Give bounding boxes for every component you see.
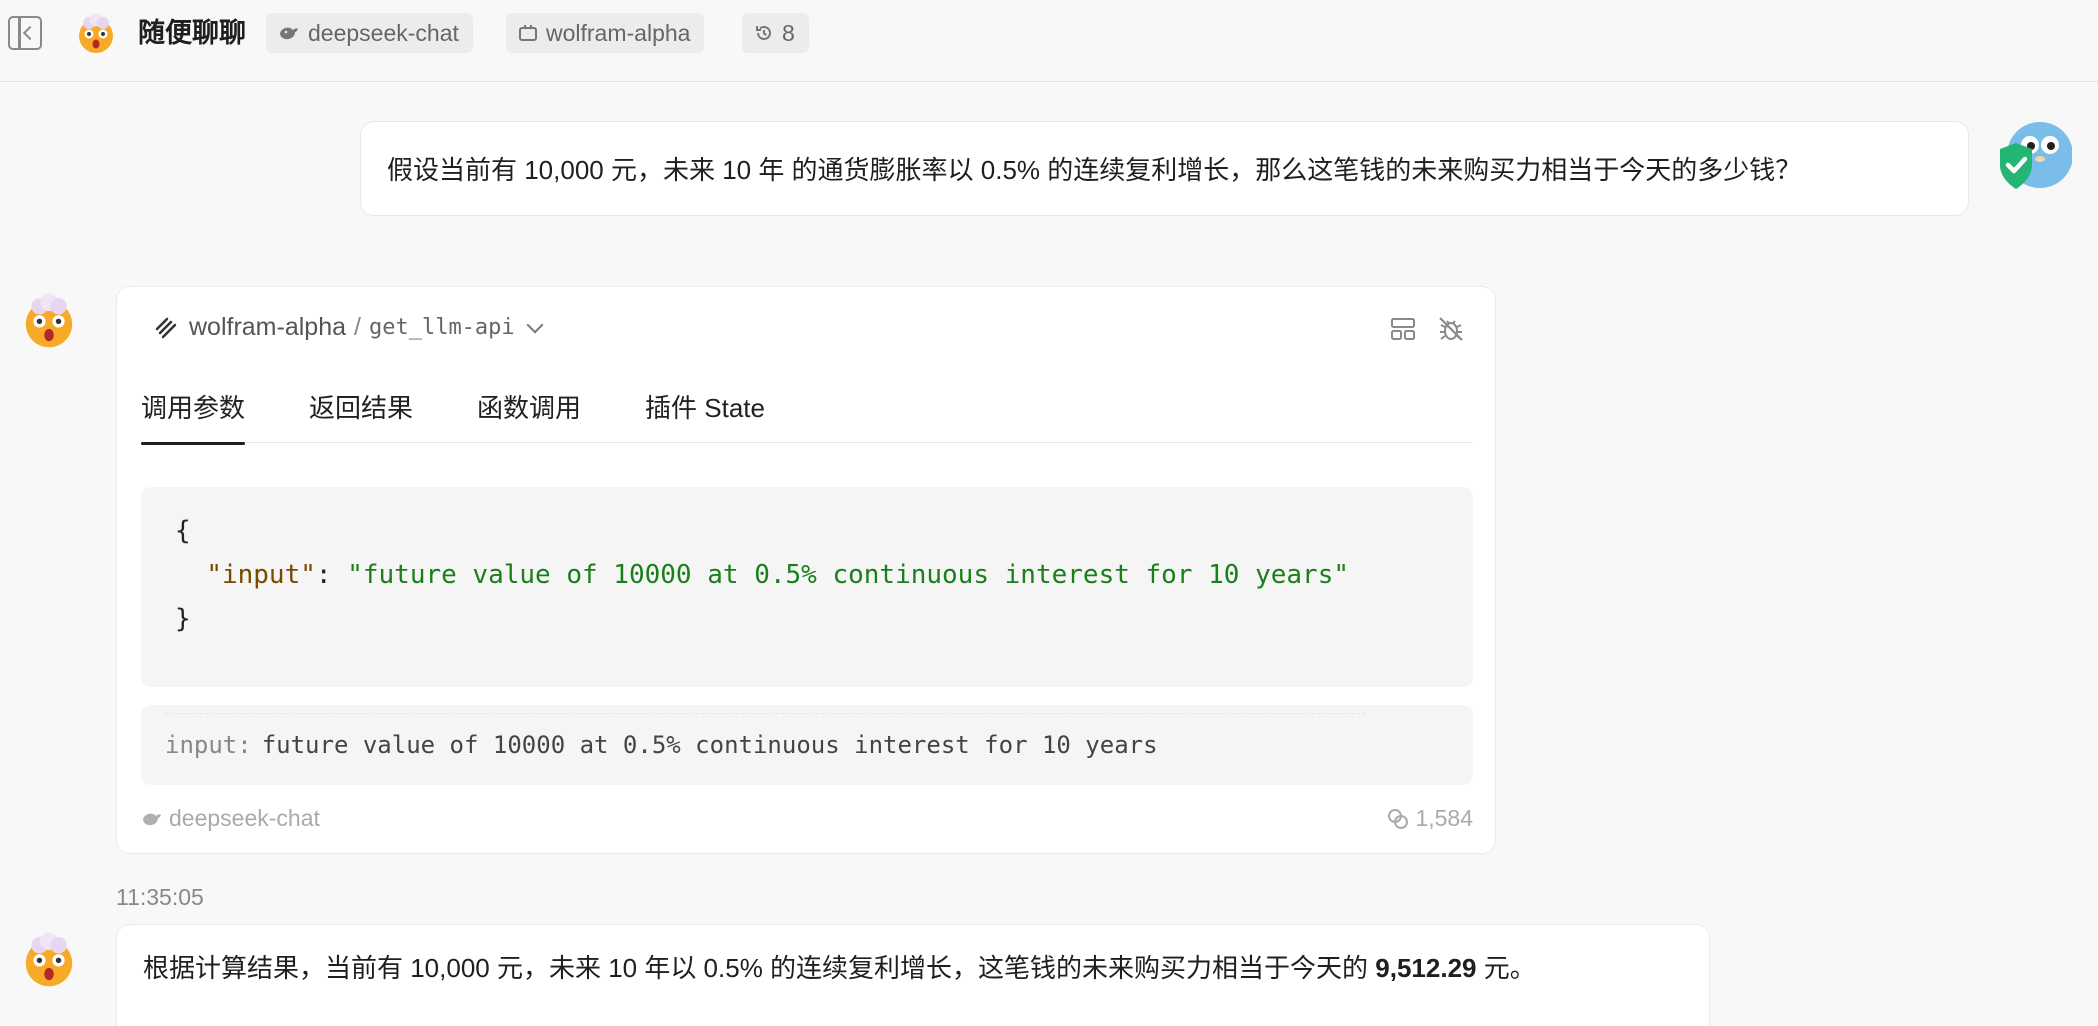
model-chip[interactable]: deepseek-chat	[266, 13, 473, 53]
layout-icon[interactable]	[1389, 315, 1417, 343]
tool-plugin-name: wolfram-alpha	[189, 313, 347, 341]
chevron-down-icon[interactable]	[526, 316, 544, 333]
tab-function-call[interactable]: 函数调用	[477, 387, 581, 443]
tab-plugin-state[interactable]: 插件 State	[645, 387, 765, 443]
assistant-avatar[interactable]	[19, 290, 79, 350]
tool-tabs: 调用参数 返回结果 函数调用 插件 State	[141, 387, 1473, 445]
assistant-avatar[interactable]	[19, 929, 79, 989]
plugin-chip-label: wolfram-alpha	[546, 19, 691, 46]
code-close-brace: }	[175, 604, 191, 634]
code-key: "input"	[206, 560, 316, 590]
conversation-title[interactable]: 随便聊聊	[138, 14, 246, 52]
tool-separator: /	[354, 313, 361, 341]
code-value: "future value of 10000 at 0.5% continuou…	[347, 560, 1350, 590]
tab-result[interactable]: 返回结果	[309, 387, 413, 443]
token-count: 1,584	[1415, 805, 1473, 831]
message-timestamp: 11:35:05	[116, 884, 204, 910]
chat-header: 随便聊聊 deepseek-chat wolfram-alpha 8	[0, 0, 2098, 82]
code-colon: :	[315, 560, 348, 590]
history-count: 8	[782, 19, 795, 46]
code-open-brace: {	[175, 516, 191, 546]
tool-call-footer: deepseek-chat 1,584	[141, 805, 1473, 832]
arguments-code-block: { "input": "future value of 10000 at 0.5…	[141, 487, 1473, 687]
summary-value: future value of 10000 at 0.5% continuous…	[261, 731, 1158, 759]
token-icon	[1388, 808, 1409, 829]
summary-key: input:	[165, 731, 252, 759]
tab-parameters[interactable]: 调用参数	[141, 387, 246, 445]
model-chip-label: deepseek-chat	[308, 19, 459, 46]
arguments-summary: input: future value of 10000 at 0.5% con…	[141, 705, 1473, 785]
user-message-text: 假设当前有 10,000 元，未来 10 年 的通货膨胀率以 0.5% 的连续复…	[387, 155, 1802, 185]
user-avatar[interactable]	[1996, 115, 2072, 195]
tool-function-name: get_llm-api	[368, 315, 515, 340]
plugin-icon	[519, 25, 537, 41]
history-icon	[756, 25, 771, 40]
footer-model: deepseek-chat	[141, 805, 320, 832]
agent-avatar[interactable]	[74, 11, 118, 55]
tool-actions	[1389, 315, 1465, 343]
plugin-chip[interactable]: wolfram-alpha	[506, 13, 705, 53]
tool-call-card: wolfram-alpha / get_llm-api 调用参数 返回结果 函数…	[116, 286, 1496, 854]
debug-off-icon[interactable]	[1437, 315, 1465, 343]
sidebar-toggle-icon[interactable]	[8, 16, 42, 50]
answer-amount: 9,512.29	[1375, 953, 1477, 983]
assistant-answer: 根据计算结果，当前有 10,000 元，未来 10 年以 0.5% 的连续复利增…	[116, 924, 1710, 1026]
footer-tokens: 1,584	[1387, 805, 1473, 832]
deepseek-whale-icon	[280, 27, 298, 40]
deepseek-whale-icon	[143, 813, 161, 825]
history-chip[interactable]: 8	[742, 13, 809, 53]
wolfram-plugin-icon	[155, 317, 177, 338]
answer-suffix: 元。	[1476, 953, 1536, 983]
tool-call-header[interactable]: wolfram-alpha / get_llm-api	[153, 313, 544, 342]
footer-model-label: deepseek-chat	[169, 805, 320, 831]
user-message: 假设当前有 10,000 元，未来 10 年 的通货膨胀率以 0.5% 的连续复…	[360, 121, 1969, 216]
answer-prefix: 根据计算结果，当前有 10,000 元，未来 10 年以 0.5% 的连续复利增…	[143, 953, 1376, 983]
